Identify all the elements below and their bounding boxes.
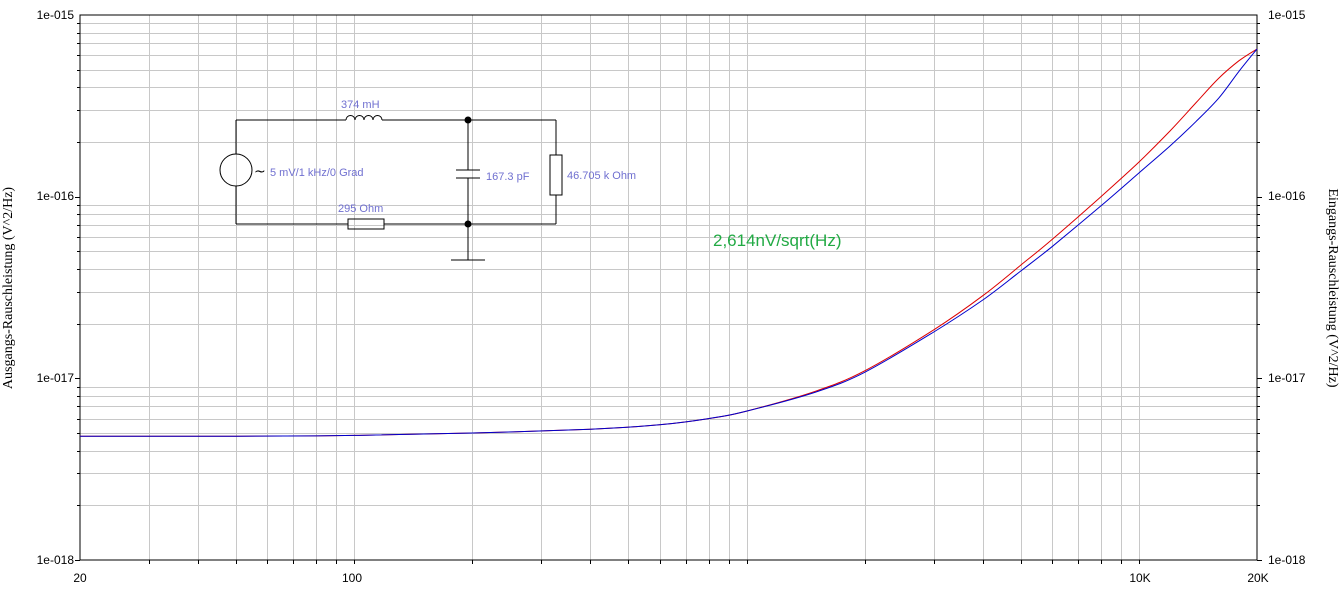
x-tick-label: 20K [1247, 571, 1268, 585]
y-tick-label-left: 1e-015 [37, 8, 75, 22]
resistor-label: 295 Ohm [338, 203, 383, 215]
noise-chart: 20 100 10K 20K 1e-018 1e-017 1e-016 1e-0… [0, 0, 1343, 595]
y-tick-label-left: 1e-018 [37, 553, 75, 567]
left-axis-title: Ausgangs-Rauschleistung (V^2/Hz) [1, 187, 16, 389]
y-tick-label-right: 1e-018 [1268, 553, 1306, 567]
junction-dot [464, 116, 472, 124]
x-tick-label: 100 [342, 571, 362, 585]
y-tick-label-right: 1e-015 [1268, 8, 1306, 22]
y-tick-label-right: 1e-016 [1268, 189, 1306, 203]
sine-symbol: ~ [254, 164, 266, 180]
junction-dot [464, 220, 472, 228]
inductor-label: 374 mH [341, 99, 380, 111]
x-tick-label: 20 [73, 571, 87, 585]
noise-annotation: 2,614nV/sqrt(Hz) [713, 231, 842, 250]
y-tick-label-right: 1e-017 [1268, 371, 1306, 385]
load-resistor-label: 46.705 k Ohm [567, 170, 636, 182]
capacitor-label: 167.3 pF [486, 171, 530, 183]
right-axis-title: Eingangs-Rauschleistung (V^2/Hz) [1325, 188, 1340, 387]
source-label: 5 mV/1 kHz/0 Grad [270, 167, 364, 179]
x-tick-label: 10K [1129, 571, 1150, 585]
y-tick-label-left: 1e-017 [37, 371, 75, 385]
y-tick-label-left: 1e-016 [37, 189, 75, 203]
